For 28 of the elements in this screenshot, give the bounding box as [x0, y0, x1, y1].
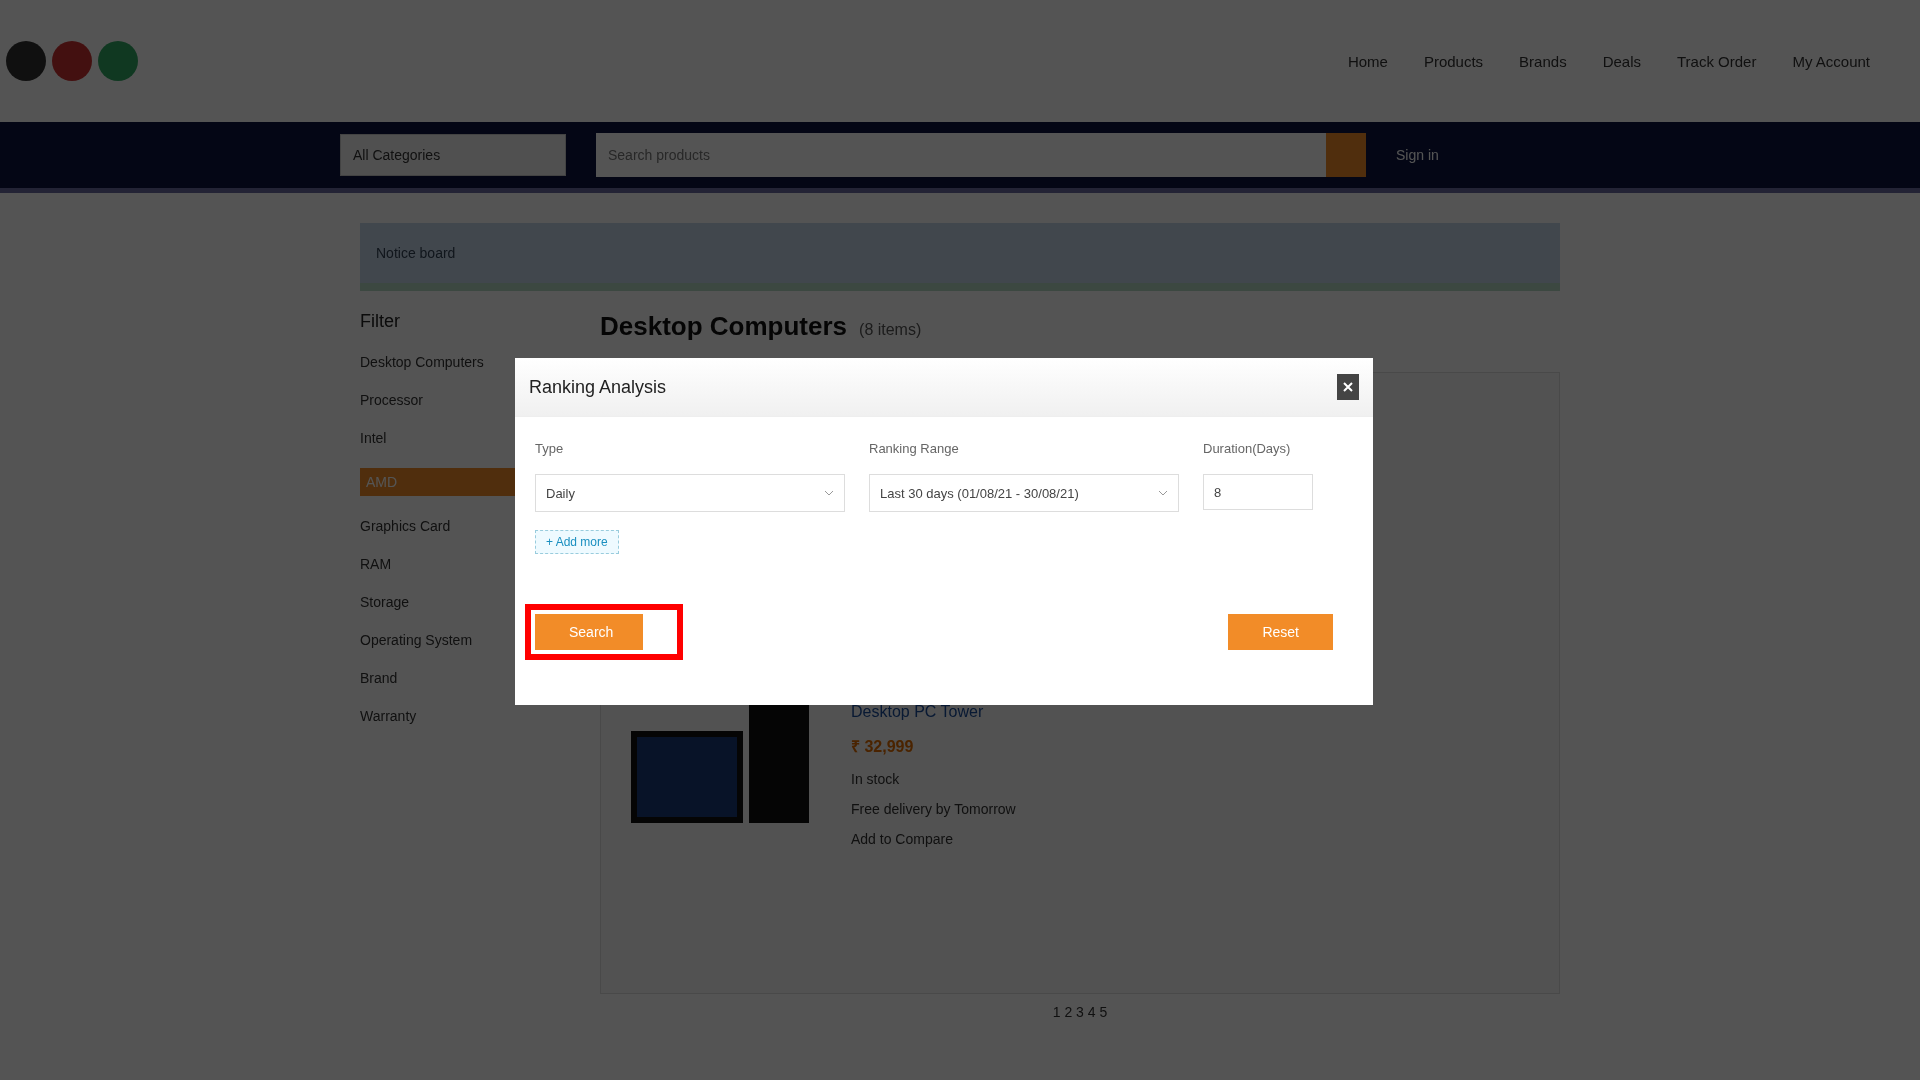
dialog-title: Ranking Analysis	[529, 376, 667, 398]
nav-link[interactable]: Track Order	[1677, 52, 1757, 70]
field-label: Ranking Range	[869, 441, 960, 456]
product-detail: Add to Compare	[851, 831, 954, 847]
page-title: Desktop Computers	[600, 311, 848, 342]
field-label: Type	[535, 441, 565, 456]
product-name[interactable]: Desktop PC Tower	[851, 703, 1016, 721]
sidebar-item[interactable]: Warranty	[360, 708, 560, 724]
account-link[interactable]: Sign in	[1396, 147, 1439, 163]
nav-link[interactable]: Deals	[1602, 52, 1641, 70]
action-button[interactable]: Search	[525, 604, 684, 660]
dropdown[interactable]: Last 30 days (01/08/21 - 30/08/21)	[869, 474, 1179, 512]
nav-link[interactable]: Brands	[1519, 52, 1567, 70]
action-button[interactable]: Reset	[1228, 614, 1333, 650]
product-price: ₹ 32,999	[851, 737, 915, 757]
nav-link[interactable]: Home	[1347, 52, 1388, 70]
pagination[interactable]: 1 2 3 4 5	[600, 1004, 1560, 1020]
nav-link[interactable]: My Account	[1792, 52, 1870, 70]
input-field[interactable]: 8	[1203, 474, 1313, 510]
dropdown[interactable]: Daily	[535, 474, 845, 512]
nav-link[interactable]: Products	[1423, 52, 1484, 70]
category-dropdown[interactable]: All Categories	[340, 134, 566, 176]
field-label: Duration(Days)	[1203, 441, 1292, 456]
product-detail: In stock	[851, 771, 901, 787]
add-more-button[interactable]: + Add more	[535, 530, 619, 554]
item-count: (8 items)	[859, 321, 922, 339]
product-detail: Free delivery by Tomorrow	[851, 801, 1016, 817]
sidebar-title: Filter	[360, 311, 401, 332]
